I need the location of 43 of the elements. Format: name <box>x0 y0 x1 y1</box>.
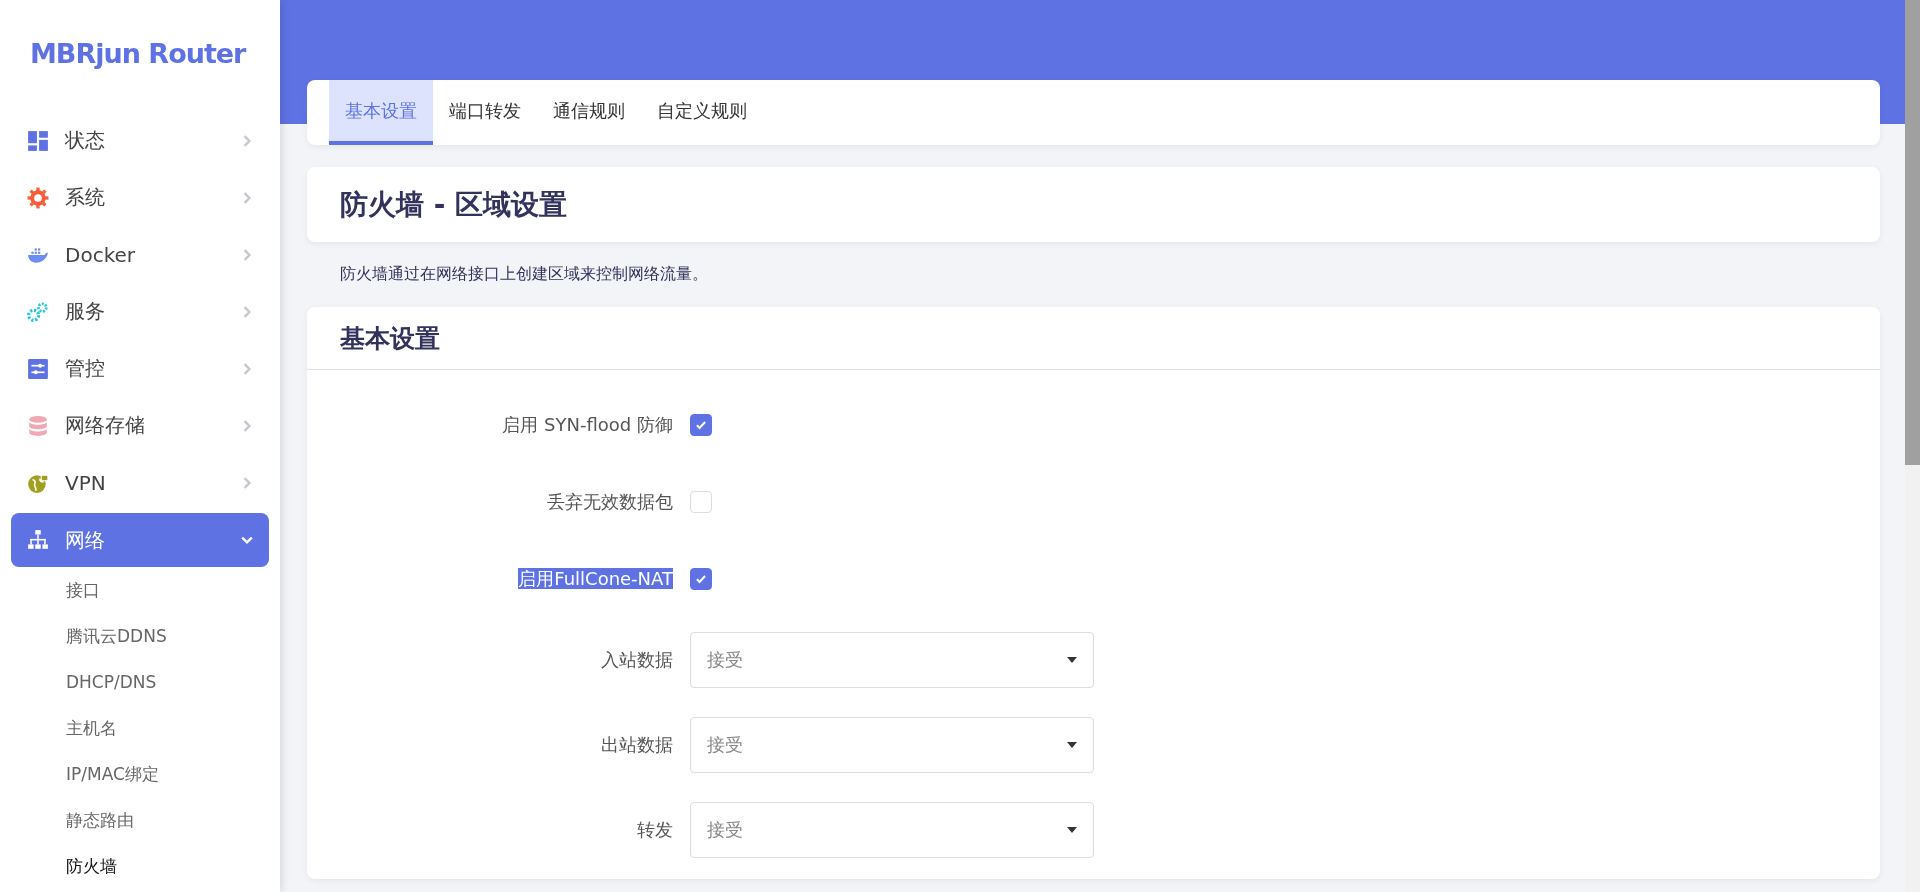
nav-item[interactable]: 网络 <box>11 513 269 567</box>
submenu-item[interactable]: 防火墙 <box>0 843 117 889</box>
gear-icon <box>27 186 49 209</box>
nav-item[interactable]: 系统 <box>11 169 269 226</box>
submenu-item[interactable]: 主机名 <box>0 705 117 751</box>
nav-item[interactable]: Docker <box>11 226 269 283</box>
field-label: 丢弃无效数据包 <box>547 490 673 512</box>
field-label: 出站数据 <box>601 733 673 755</box>
submenu-item[interactable]: 静态路由 <box>0 797 134 843</box>
logo: MBRjun Router <box>30 38 246 69</box>
tab[interactable]: 自定义规则 <box>641 80 763 145</box>
field-label: 转发 <box>637 818 673 840</box>
page-title: 防火墙 - 区域设置 <box>340 186 568 223</box>
caret-icon <box>1067 656 1077 663</box>
section-title: 基本设置 <box>307 307 1880 370</box>
scrollbar[interactable] <box>1905 0 1920 892</box>
tab[interactable]: 端口转发 <box>433 80 537 145</box>
submenu-item[interactable]: IP/MAC绑定 <box>0 751 159 797</box>
nav-item[interactable]: VPN <box>11 454 269 511</box>
sliders-icon <box>27 357 49 380</box>
dropdown[interactable]: 接受 <box>690 801 1094 858</box>
nav-item[interactable]: 服务 <box>11 283 269 340</box>
caret-icon <box>1067 826 1077 833</box>
gears-icon <box>27 300 49 323</box>
submenu-item[interactable]: DHCP/DNS <box>0 659 157 705</box>
submenu-item[interactable]: 腾讯云DDNS <box>0 613 167 659</box>
field-label: 入站数据 <box>601 648 673 670</box>
tab[interactable]: 通信规则 <box>537 80 641 145</box>
page-description: 防火墙通过在网络接口上创建区域来控制网络流量。 <box>340 264 709 285</box>
submenu-item[interactable]: 接口 <box>0 567 100 613</box>
nav-item[interactable]: 管控 <box>11 340 269 397</box>
field-label: 启用FullCone-NAT <box>518 567 673 589</box>
nav-item[interactable]: 状态 <box>11 112 269 169</box>
checkbox[interactable] <box>690 567 712 590</box>
checkbox[interactable] <box>690 413 712 436</box>
nav-item[interactable]: 网络存储 <box>11 397 269 454</box>
database-icon <box>27 414 49 437</box>
dropdown[interactable]: 接受 <box>690 716 1094 773</box>
caret-icon <box>1067 741 1077 748</box>
dropdown[interactable]: 接受 <box>690 631 1094 688</box>
dashboard-icon <box>27 129 49 152</box>
sitemap-icon <box>27 529 49 551</box>
field-label: 启用 SYN-flood 防御 <box>502 413 673 435</box>
